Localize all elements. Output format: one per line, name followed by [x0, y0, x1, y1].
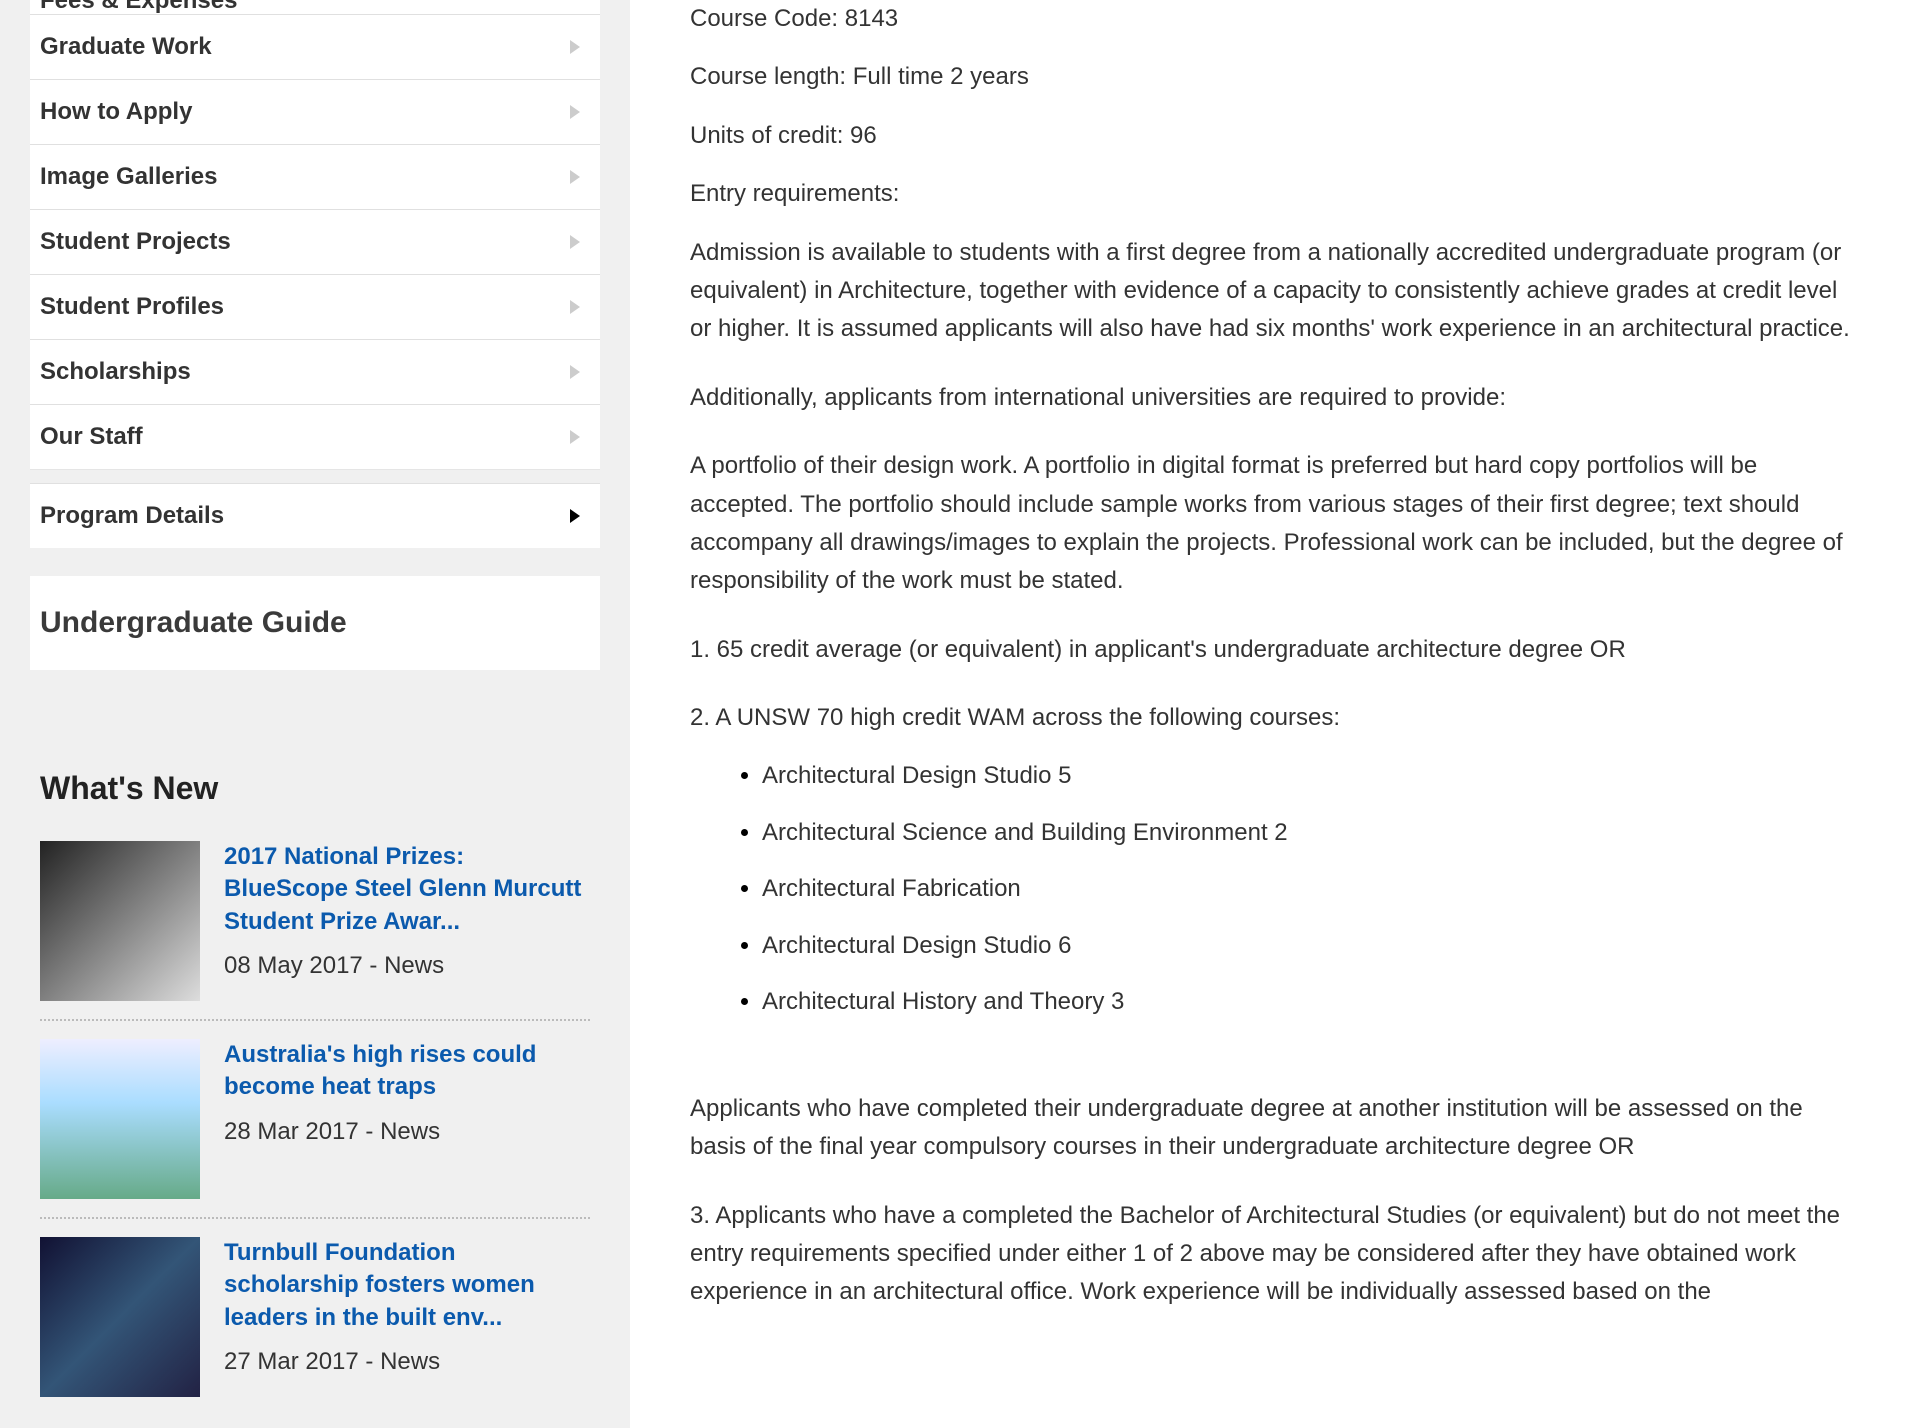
nav-label: Fees & Expenses	[40, 0, 237, 14]
nav-item[interactable]: How to Apply	[30, 79, 600, 144]
paragraph: A portfolio of their design work. A port…	[690, 447, 1862, 601]
nav-item[interactable]: Graduate Work	[30, 14, 600, 79]
news-thumbnail[interactable]	[40, 1237, 200, 1397]
news-meta: 08 May 2017 - News	[224, 952, 590, 980]
paragraph: 1. 65 credit average (or equivalent) in …	[690, 631, 1862, 669]
nav-item[interactable]: Student Projects	[30, 209, 600, 274]
chevron-right-icon	[570, 170, 580, 184]
list-item: Architectural History and Theory 3	[762, 983, 1862, 1021]
paragraph: 2. A UNSW 70 high credit WAM across the …	[690, 699, 1862, 737]
chevron-right-icon	[570, 365, 580, 379]
chevron-right-icon	[570, 40, 580, 54]
nav-item[interactable]: Scholarships	[30, 339, 600, 404]
list-item: Architectural Design Studio 6	[762, 927, 1862, 965]
chevron-right-icon	[570, 105, 580, 119]
news-title-link[interactable]: Turnbull Foundation scholarship fosters …	[224, 1237, 590, 1334]
course-list: Architectural Design Studio 5 Architectu…	[762, 757, 1862, 1021]
main-content: Course Code: 8143 Course length: Full ti…	[630, 0, 1922, 1428]
whats-new: What's New 2017 National Prizes: BlueSco…	[30, 770, 600, 1415]
news-thumbnail[interactable]	[40, 841, 200, 1001]
news-meta: 28 Mar 2017 - News	[224, 1118, 590, 1146]
chevron-right-icon	[570, 430, 580, 444]
whats-new-heading: What's New	[40, 770, 590, 807]
entry-req-label: Entry requirements:	[690, 175, 1862, 213]
nav-label: How to Apply	[40, 98, 192, 126]
chevron-right-icon	[570, 235, 580, 249]
nav-label: Student Projects	[40, 228, 231, 256]
nav-item[interactable]: Image Galleries	[30, 144, 600, 209]
news-item: 2017 National Prizes: BlueScope Steel Gl…	[40, 831, 590, 1021]
list-item: Architectural Design Studio 5	[762, 757, 1862, 795]
chevron-right-icon	[570, 300, 580, 314]
nav-label: Program Details	[40, 502, 224, 530]
nav-label: Student Profiles	[40, 293, 224, 321]
nav-label: Image Galleries	[40, 163, 217, 191]
news-title-link[interactable]: 2017 National Prizes: BlueScope Steel Gl…	[224, 841, 590, 938]
sidebar: Fees & Expenses Graduate Work How to App…	[0, 0, 630, 1428]
nav-label: Scholarships	[40, 358, 191, 386]
sidebar-nav: Fees & Expenses Graduate Work How to App…	[30, 0, 600, 548]
course-length: Course length: Full time 2 years	[690, 58, 1862, 96]
nav-item-active[interactable]: Program Details	[30, 483, 600, 548]
nav-label: Our Staff	[40, 423, 143, 451]
paragraph: Applicants who have completed their unde…	[690, 1090, 1862, 1167]
paragraph: Additionally, applicants from internatio…	[690, 379, 1862, 417]
list-item: Architectural Science and Building Envir…	[762, 814, 1862, 852]
nav-item[interactable]: Student Profiles	[30, 274, 600, 339]
list-item: Architectural Fabrication	[762, 870, 1862, 908]
guide-title[interactable]: Undergraduate Guide	[30, 576, 600, 670]
units-of-credit: Units of credit: 96	[690, 117, 1862, 155]
chevron-right-icon	[570, 509, 580, 523]
news-meta: 27 Mar 2017 - News	[224, 1348, 590, 1376]
course-code: Course Code: 8143	[690, 0, 1862, 38]
news-item: Turnbull Foundation scholarship fosters …	[40, 1227, 590, 1415]
news-item: Australia's high rises could become heat…	[40, 1029, 590, 1219]
news-title-link[interactable]: Australia's high rises could become heat…	[224, 1039, 590, 1104]
news-thumbnail[interactable]	[40, 1039, 200, 1199]
nav-item[interactable]: Fees & Expenses	[30, 0, 600, 14]
nav-item[interactable]: Our Staff	[30, 404, 600, 469]
paragraph: Admission is available to students with …	[690, 234, 1862, 349]
nav-label: Graduate Work	[40, 33, 212, 61]
paragraph: 3. Applicants who have a completed the B…	[690, 1197, 1862, 1312]
